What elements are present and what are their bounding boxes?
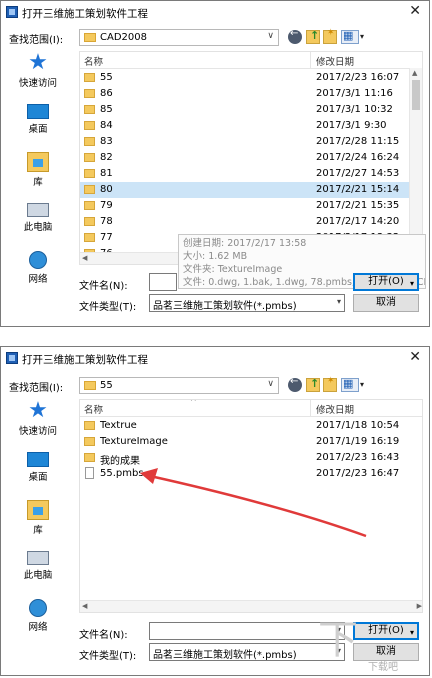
arrow-line <box>149 474 367 538</box>
watermark-text: 下载吧 <box>368 662 398 673</box>
watermark-logo: 下 <box>318 617 358 663</box>
annotation-arrow <box>140 468 367 538</box>
watermark: 下 下载吧 <box>318 618 428 674</box>
arrow-head <box>140 468 158 484</box>
